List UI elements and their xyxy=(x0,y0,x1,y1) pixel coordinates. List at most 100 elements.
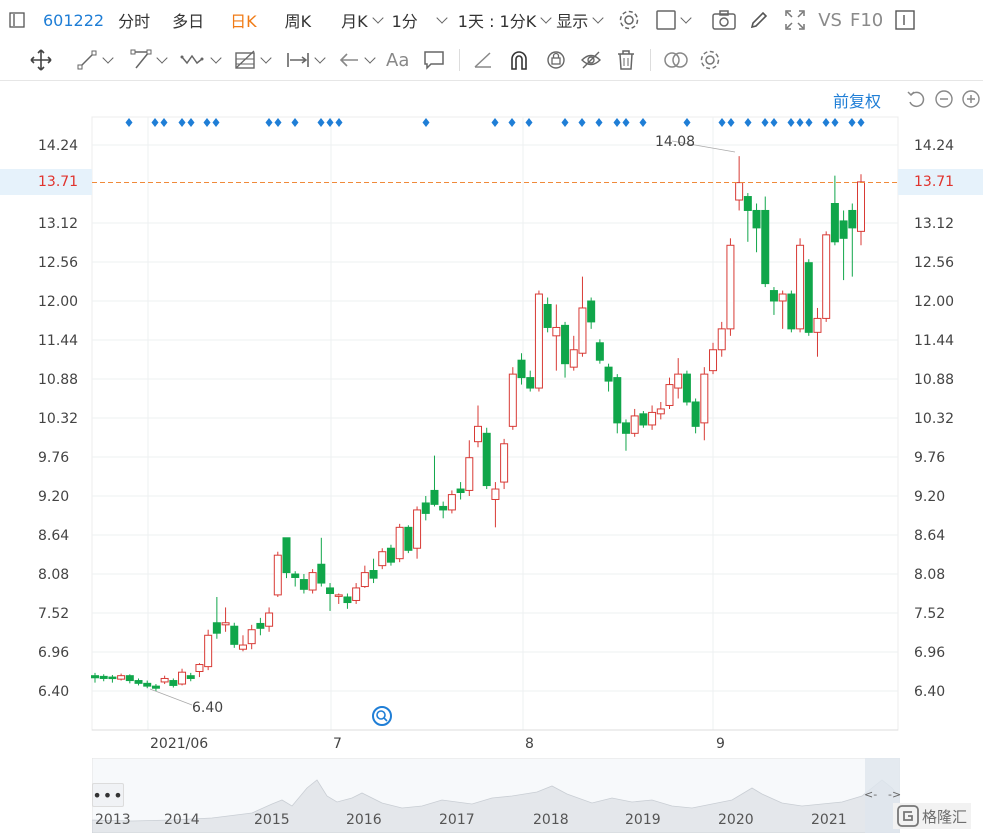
event-marker[interactable] xyxy=(178,118,186,127)
wave-tool-icon[interactable] xyxy=(180,49,222,71)
candle xyxy=(352,583,361,604)
vs-button[interactable]: VS xyxy=(818,0,842,40)
event-marker[interactable] xyxy=(151,118,159,127)
display-select[interactable]: 显示 xyxy=(556,0,604,40)
event-marker[interactable] xyxy=(291,118,299,127)
adjust-mode-link[interactable]: 前复权 xyxy=(833,88,881,112)
candle xyxy=(343,593,352,609)
event-marker[interactable] xyxy=(595,118,603,127)
line-tool-icon[interactable] xyxy=(76,49,114,71)
measure-tool-icon[interactable] xyxy=(286,49,326,71)
f10-button[interactable]: F10 xyxy=(850,0,883,40)
candle xyxy=(108,674,117,683)
event-marker[interactable] xyxy=(335,118,343,127)
candle xyxy=(709,342,718,375)
sidebar-toggle-icon[interactable] xyxy=(9,0,25,40)
text-tool-icon[interactable]: Aa xyxy=(386,50,409,71)
compare-icon[interactable] xyxy=(663,49,689,71)
polyline-tool-icon[interactable] xyxy=(130,49,168,71)
candle xyxy=(769,287,778,315)
event-marker[interactable] xyxy=(831,118,839,127)
candle xyxy=(508,367,517,430)
y-tick-label-right: 6.96 xyxy=(914,645,945,661)
event-marker[interactable] xyxy=(125,118,133,127)
stock-code[interactable]: 601222 xyxy=(43,0,104,40)
zoom-out-icon[interactable] xyxy=(934,89,954,113)
comment-icon[interactable] xyxy=(423,49,445,71)
candle xyxy=(752,203,761,253)
lock-cycle-icon[interactable] xyxy=(544,49,568,71)
y-tick-label-left: 6.40 xyxy=(38,684,69,700)
candle xyxy=(273,551,282,597)
event-marker[interactable] xyxy=(265,118,273,127)
ruler-icon[interactable] xyxy=(472,49,494,71)
event-marker[interactable] xyxy=(317,118,325,127)
candle xyxy=(99,674,108,682)
chevron-down-icon xyxy=(210,52,222,64)
event-marker[interactable] xyxy=(187,118,195,127)
nav-right-arrow-icon[interactable]: -> xyxy=(888,788,901,801)
event-marker[interactable] xyxy=(718,118,726,127)
fib-tool-icon[interactable] xyxy=(234,49,272,71)
zoom-in-icon[interactable] xyxy=(961,89,981,113)
kline-svg[interactable]: 14.08 6.40 14.24 13.12 12.56 12.00 11.44 10.8… xyxy=(0,80,983,755)
candle xyxy=(761,196,770,288)
event-marker[interactable] xyxy=(274,118,282,127)
event-marker[interactable] xyxy=(761,118,769,127)
event-marker[interactable] xyxy=(770,118,778,127)
plot-border xyxy=(91,116,899,731)
tab-yuek[interactable]: 月K xyxy=(341,0,384,40)
tab-duori[interactable]: 多日 xyxy=(172,0,204,40)
event-marker[interactable] xyxy=(525,118,533,127)
tab-rik[interactable]: 日K xyxy=(230,0,257,40)
event-marker[interactable] xyxy=(212,118,220,127)
tab-zhouk[interactable]: 周K xyxy=(285,0,312,40)
event-marker[interactable] xyxy=(326,118,334,127)
trash-icon[interactable] xyxy=(616,49,636,71)
event-marker[interactable] xyxy=(613,118,621,127)
pencil-icon[interactable] xyxy=(748,0,770,40)
event-marker[interactable] xyxy=(787,118,795,127)
event-marker[interactable] xyxy=(622,118,630,127)
fullscreen-icon[interactable] xyxy=(784,0,806,40)
arrow-left-icon[interactable] xyxy=(338,49,376,71)
event-marker[interactable] xyxy=(744,118,752,127)
candle xyxy=(552,304,561,371)
move-icon[interactable] xyxy=(30,49,52,71)
event-marker[interactable] xyxy=(203,118,211,127)
candle xyxy=(587,297,596,329)
range-select[interactable]: 1天 : 1分K xyxy=(458,0,552,40)
magnet-icon[interactable] xyxy=(508,49,530,71)
event-marker[interactable] xyxy=(796,118,804,127)
camera-icon[interactable] xyxy=(712,0,736,40)
settings-gear-icon[interactable] xyxy=(618,0,640,40)
event-marker[interactable] xyxy=(491,118,499,127)
nav-left-arrow-icon[interactable]: <- xyxy=(864,788,877,801)
event-marker[interactable] xyxy=(422,118,430,127)
panel-toggle-icon[interactable] xyxy=(895,0,915,40)
checkbox-toggle[interactable] xyxy=(656,0,692,40)
chart-settings-gear-icon[interactable] xyxy=(699,49,721,71)
event-marker[interactable] xyxy=(857,118,865,127)
event-marker[interactable] xyxy=(639,118,647,127)
hide-icon[interactable] xyxy=(580,49,602,71)
event-marker[interactable] xyxy=(160,118,168,127)
event-marker[interactable] xyxy=(727,118,735,127)
candle xyxy=(813,307,822,357)
zoom-search-icon[interactable] xyxy=(372,706,392,726)
tab-fenshi[interactable]: 分时 xyxy=(118,0,150,40)
event-marker[interactable] xyxy=(578,118,586,127)
kline-chart[interactable]: 14.08 6.40 14.24 13.12 12.56 12.00 11.44 10.8… xyxy=(0,80,983,755)
event-marker[interactable] xyxy=(508,118,516,127)
y-axis-left: 14.24 13.12 12.56 12.00 11.44 10.88 10.32 9.76 9… xyxy=(38,138,78,700)
event-marker[interactable] xyxy=(561,118,569,127)
reset-icon[interactable] xyxy=(906,89,926,113)
event-marker[interactable] xyxy=(805,118,813,127)
tab-min1[interactable]: 1分 xyxy=(392,0,448,40)
more-options-button[interactable]: ••• xyxy=(92,783,124,807)
y-tick-label-right: 12.00 xyxy=(914,294,954,310)
event-marker[interactable] xyxy=(822,118,830,127)
event-marker[interactable] xyxy=(848,118,856,127)
event-marker[interactable] xyxy=(683,118,691,127)
chevron-down-icon xyxy=(680,12,692,24)
